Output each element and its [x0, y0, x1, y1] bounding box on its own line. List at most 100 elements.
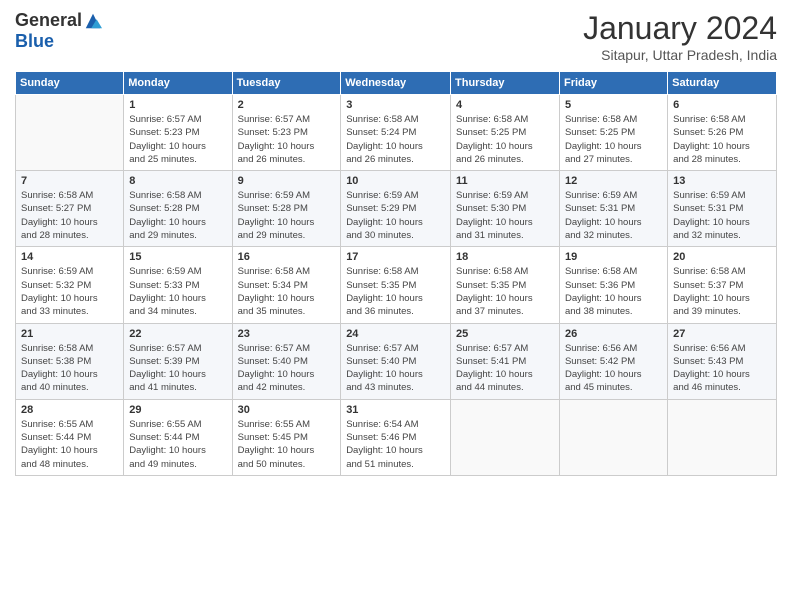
day-info: Sunrise: 6:57 AMSunset: 5:23 PMDaylight:…: [129, 113, 226, 166]
calendar-cell: 14Sunrise: 6:59 AMSunset: 5:32 PMDayligh…: [16, 247, 124, 323]
day-info: Sunrise: 6:59 AMSunset: 5:31 PMDaylight:…: [565, 189, 662, 242]
day-info: Sunrise: 6:58 AMSunset: 5:37 PMDaylight:…: [673, 265, 771, 318]
day-info: Sunrise: 6:56 AMSunset: 5:43 PMDaylight:…: [673, 342, 771, 395]
day-info: Sunrise: 6:56 AMSunset: 5:42 PMDaylight:…: [565, 342, 662, 395]
calendar-cell: [16, 95, 124, 171]
day-info: Sunrise: 6:57 AMSunset: 5:41 PMDaylight:…: [456, 342, 554, 395]
calendar-cell: 21 Sunrise: 6:58 AMSunset: 5:38 PMDayligh…: [16, 323, 124, 399]
calendar-header-row: SundayMondayTuesdayWednesdayThursdayFrid…: [16, 72, 777, 95]
day-number: 18: [456, 251, 554, 263]
title-block: January 2024 Sitapur, Uttar Pradesh, Ind…: [583, 10, 777, 63]
day-info: Sunrise: 6:57 AMSunset: 5:39 PMDaylight:…: [129, 342, 226, 395]
day-number: 7: [21, 175, 118, 187]
day-info: Sunrise: 6:58 AMSunset: 5:34 PMDaylight:…: [238, 265, 336, 318]
calendar-cell: 20 Sunrise: 6:58 AMSunset: 5:37 PMDayligh…: [668, 247, 777, 323]
calendar-cell: 27Sunrise: 6:56 AMSunset: 5:43 PMDayligh…: [668, 323, 777, 399]
day-number: 1: [129, 99, 226, 111]
calendar-cell: 12 Sunrise: 6:59 AMSunset: 5:31 PMDayligh…: [559, 171, 667, 247]
day-number: 13: [673, 175, 771, 187]
calendar-cell: 7Sunrise: 6:58 AMSunset: 5:27 PMDaylight…: [16, 171, 124, 247]
day-number: 17: [346, 251, 445, 263]
calendar-week-row: 21 Sunrise: 6:58 AMSunset: 5:38 PMDayligh…: [16, 323, 777, 399]
calendar-cell: 26 Sunrise: 6:56 AMSunset: 5:42 PMDayligh…: [559, 323, 667, 399]
calendar-header-thursday: Thursday: [451, 72, 560, 95]
day-number: 3: [346, 99, 445, 111]
calendar-cell: 11 Sunrise: 6:59 AMSunset: 5:30 PMDayligh…: [451, 171, 560, 247]
calendar-cell: 23 Sunrise: 6:57 AMSunset: 5:40 PMDayligh…: [232, 323, 341, 399]
day-number: 29: [129, 404, 226, 416]
day-number: 28: [21, 404, 118, 416]
calendar-cell: 22 Sunrise: 6:57 AMSunset: 5:39 PMDayligh…: [124, 323, 232, 399]
calendar-header-sunday: Sunday: [16, 72, 124, 95]
day-info: Sunrise: 6:59 AMSunset: 5:33 PMDaylight:…: [129, 265, 226, 318]
calendar-cell: 10Sunrise: 6:59 AMSunset: 5:29 PMDayligh…: [341, 171, 451, 247]
calendar-cell: [668, 399, 777, 475]
calendar-cell: 19 Sunrise: 6:58 AMSunset: 5:36 PMDayligh…: [559, 247, 667, 323]
calendar-header-wednesday: Wednesday: [341, 72, 451, 95]
day-number: 10: [346, 175, 445, 187]
calendar-week-row: 7Sunrise: 6:58 AMSunset: 5:27 PMDaylight…: [16, 171, 777, 247]
calendar-cell: 15 Sunrise: 6:59 AMSunset: 5:33 PMDayligh…: [124, 247, 232, 323]
day-number: 14: [21, 251, 118, 263]
day-number: 24: [346, 328, 445, 340]
calendar-cell: 30Sunrise: 6:55 AMSunset: 5:45 PMDayligh…: [232, 399, 341, 475]
month-title: January 2024: [583, 10, 777, 47]
day-number: 8: [129, 175, 226, 187]
calendar-cell: [559, 399, 667, 475]
day-number: 4: [456, 99, 554, 111]
day-info: Sunrise: 6:58 AMSunset: 5:28 PMDaylight:…: [129, 189, 226, 242]
day-number: 22: [129, 328, 226, 340]
day-info: Sunrise: 6:55 AMSunset: 5:44 PMDaylight:…: [129, 418, 226, 471]
day-info: Sunrise: 6:59 AMSunset: 5:31 PMDaylight:…: [673, 189, 771, 242]
day-info: Sunrise: 6:54 AMSunset: 5:46 PMDaylight:…: [346, 418, 445, 471]
page: General Blue January 2024 Sitapur, Uttar…: [0, 0, 792, 486]
day-number: 6: [673, 99, 771, 111]
calendar-cell: 25 Sunrise: 6:57 AMSunset: 5:41 PMDayligh…: [451, 323, 560, 399]
day-number: 23: [238, 328, 336, 340]
day-info: Sunrise: 6:59 AMSunset: 5:30 PMDaylight:…: [456, 189, 554, 242]
calendar-cell: 3Sunrise: 6:58 AMSunset: 5:24 PMDaylight…: [341, 95, 451, 171]
calendar-cell: 6 Sunrise: 6:58 AMSunset: 5:26 PMDaylight…: [668, 95, 777, 171]
calendar-week-row: 1 Sunrise: 6:57 AMSunset: 5:23 PMDaylight…: [16, 95, 777, 171]
day-number: 20: [673, 251, 771, 263]
day-number: 31: [346, 404, 445, 416]
calendar-header-saturday: Saturday: [668, 72, 777, 95]
calendar-cell: 18 Sunrise: 6:58 AMSunset: 5:35 PMDayligh…: [451, 247, 560, 323]
day-info: Sunrise: 6:58 AMSunset: 5:36 PMDaylight:…: [565, 265, 662, 318]
day-info: Sunrise: 6:58 AMSunset: 5:38 PMDaylight:…: [21, 342, 118, 395]
day-info: Sunrise: 6:57 AMSunset: 5:40 PMDaylight:…: [238, 342, 336, 395]
calendar-cell: 4 Sunrise: 6:58 AMSunset: 5:25 PMDaylight…: [451, 95, 560, 171]
day-number: 19: [565, 251, 662, 263]
day-info: Sunrise: 6:58 AMSunset: 5:35 PMDaylight:…: [346, 265, 445, 318]
day-info: Sunrise: 6:58 AMSunset: 5:25 PMDaylight:…: [565, 113, 662, 166]
day-number: 11: [456, 175, 554, 187]
calendar-cell: 31 Sunrise: 6:54 AMSunset: 5:46 PMDayligh…: [341, 399, 451, 475]
logo-blue-text: Blue: [15, 31, 54, 51]
calendar-cell: [451, 399, 560, 475]
calendar-table: SundayMondayTuesdayWednesdayThursdayFrid…: [15, 71, 777, 476]
calendar-cell: 8 Sunrise: 6:58 AMSunset: 5:28 PMDaylight…: [124, 171, 232, 247]
day-number: 25: [456, 328, 554, 340]
day-number: 15: [129, 251, 226, 263]
header: General Blue January 2024 Sitapur, Uttar…: [15, 10, 777, 63]
calendar-header-tuesday: Tuesday: [232, 72, 341, 95]
calendar-cell: 5Sunrise: 6:58 AMSunset: 5:25 PMDaylight…: [559, 95, 667, 171]
logo: General Blue: [15, 10, 102, 52]
day-number: 12: [565, 175, 662, 187]
day-number: 16: [238, 251, 336, 263]
calendar-header-monday: Monday: [124, 72, 232, 95]
day-info: Sunrise: 6:57 AMSunset: 5:40 PMDaylight:…: [346, 342, 445, 395]
day-number: 30: [238, 404, 336, 416]
day-info: Sunrise: 6:59 AMSunset: 5:28 PMDaylight:…: [238, 189, 336, 242]
day-number: 9: [238, 175, 336, 187]
day-info: Sunrise: 6:58 AMSunset: 5:25 PMDaylight:…: [456, 113, 554, 166]
day-info: Sunrise: 6:58 AMSunset: 5:35 PMDaylight:…: [456, 265, 554, 318]
calendar-cell: 28Sunrise: 6:55 AMSunset: 5:44 PMDayligh…: [16, 399, 124, 475]
day-info: Sunrise: 6:57 AMSunset: 5:23 PMDaylight:…: [238, 113, 336, 166]
day-number: 2: [238, 99, 336, 111]
day-number: 26: [565, 328, 662, 340]
day-info: Sunrise: 6:58 AMSunset: 5:26 PMDaylight:…: [673, 113, 771, 166]
day-number: 21: [21, 328, 118, 340]
calendar-cell: 1 Sunrise: 6:57 AMSunset: 5:23 PMDaylight…: [124, 95, 232, 171]
calendar-cell: 17 Sunrise: 6:58 AMSunset: 5:35 PMDayligh…: [341, 247, 451, 323]
